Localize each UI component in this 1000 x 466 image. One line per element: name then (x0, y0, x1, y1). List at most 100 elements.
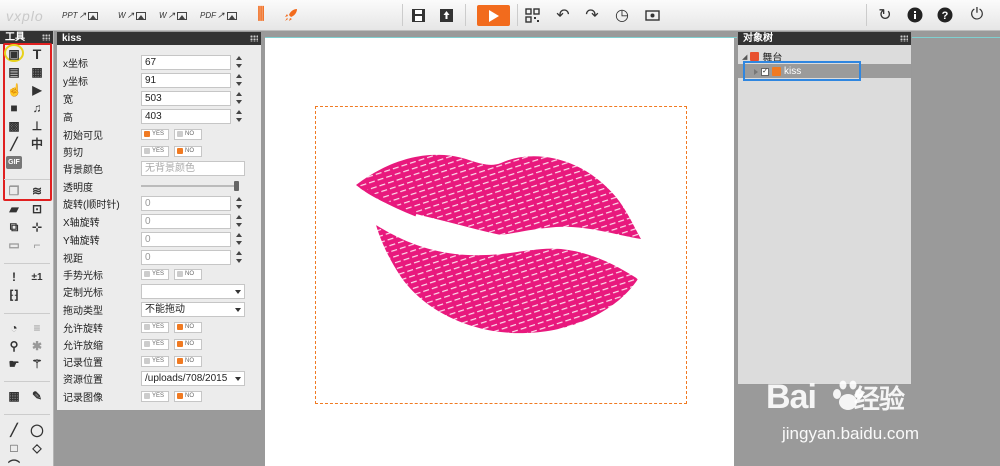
bg-color-input[interactable]: 无背景颜色 (141, 160, 245, 176)
height-input[interactable]: 403 (141, 108, 231, 124)
allow-scale-yes-toggle[interactable]: YES (141, 338, 169, 350)
image-tool[interactable]: ▣ (7, 48, 21, 61)
layers-tool[interactable]: ≋ (30, 185, 44, 198)
export-web-button[interactable]: W ↗ (159, 10, 188, 21)
counter-tool[interactable]: ±1 (28, 271, 46, 284)
power-button[interactable]: ⏻ (966, 4, 988, 26)
view-distance-stepper[interactable] (234, 250, 244, 264)
timer-tool[interactable]: ◔ (7, 322, 21, 335)
svg-text:?: ? (942, 10, 949, 22)
width-stepper[interactable] (234, 91, 244, 105)
text-tool[interactable]: T (30, 47, 44, 61)
record-position-no-toggle[interactable]: NO (174, 355, 202, 367)
view-distance-input[interactable]: 0 (141, 249, 231, 265)
desktop-tool[interactable]: ▭ (7, 239, 21, 252)
redo-button[interactable]: ↷ (581, 4, 603, 26)
hand-no-toggle[interactable]: NO (174, 268, 202, 280)
x-input[interactable]: 67 (141, 54, 231, 70)
history-button[interactable]: ◷ (611, 4, 633, 26)
x-rotation-input[interactable]: 0 (141, 213, 231, 229)
sliders-tool[interactable]: ≡ (30, 322, 44, 335)
y-stepper[interactable] (234, 73, 244, 87)
y-rotation-input[interactable]: 0 (141, 231, 231, 247)
copy-tool[interactable]: ❐ (7, 185, 21, 198)
curve-tool[interactable]: ⌒ (7, 460, 21, 466)
message-tool[interactable]: ⁅⁆ (7, 289, 21, 302)
height-stepper[interactable] (234, 109, 244, 123)
visible-yes-toggle[interactable]: YES (141, 128, 169, 140)
record-position-yes-toggle[interactable]: YES (141, 355, 169, 367)
align-tool[interactable]: ⊹ (30, 221, 44, 234)
video-player-tool[interactable]: ▶ (30, 84, 44, 97)
record-image-yes-toggle[interactable]: YES (141, 390, 169, 402)
library-button[interactable]: ⫼ (250, 4, 272, 26)
effect-tool[interactable]: ✱ (30, 340, 44, 353)
gesture-tool[interactable]: ☛ (7, 358, 21, 371)
clip-yes-toggle[interactable]: YES (141, 145, 169, 157)
record-image-no-toggle[interactable]: NO (174, 390, 202, 402)
folder-tool[interactable]: ▰ (7, 203, 21, 216)
qr-tool[interactable]: ▩ (7, 120, 21, 133)
gif-tool[interactable]: GIF (6, 156, 22, 169)
export-ppt-button[interactable]: PPT ↗ (62, 10, 99, 21)
screen-tool[interactable]: ⊥ (30, 120, 44, 133)
edit-tool[interactable]: ✎ (30, 390, 44, 403)
refresh-button[interactable]: ↻ (874, 4, 896, 26)
allow-rotate-no-toggle[interactable]: NO (174, 321, 202, 333)
y-input[interactable]: 91 (141, 72, 231, 88)
info-button[interactable] (904, 4, 926, 26)
drag-type-select[interactable]: 不能拖动 (141, 301, 245, 317)
preview-play-button[interactable] (477, 5, 510, 26)
qr-code-button[interactable] (521, 4, 543, 26)
drag-handle-icon[interactable] (250, 35, 258, 42)
width-input[interactable]: 503 (141, 90, 231, 106)
help-button[interactable]: ? (934, 4, 956, 26)
opacity-slider[interactable] (141, 181, 239, 191)
export-word-button[interactable]: W ↗ (118, 10, 147, 21)
folder-icon: ▰ (9, 202, 19, 216)
alert-tool[interactable]: ! (7, 271, 21, 284)
allow-rotate-yes-toggle[interactable]: YES (141, 321, 169, 333)
table-tool[interactable]: ▦ (7, 390, 21, 403)
resource-location-select[interactable]: /uploads/708/2015 (141, 370, 245, 386)
rectangle-tool[interactable]: □ (7, 442, 21, 455)
x-rotation-stepper[interactable] (234, 214, 244, 228)
audio-tool[interactable]: ♫ (30, 102, 44, 115)
clip-no-toggle[interactable]: NO (174, 145, 202, 157)
y-rotation-stepper[interactable] (234, 232, 244, 246)
rotation-stepper[interactable] (234, 196, 244, 210)
export-pdf-button[interactable]: PDF ↗ (200, 10, 237, 21)
save-as-button[interactable] (435, 4, 457, 26)
selected-element-frame[interactable] (315, 106, 687, 404)
save-button[interactable] (407, 4, 429, 26)
rotation-input[interactable]: 0 (141, 195, 231, 211)
run-tool[interactable]: ⚲ (7, 340, 21, 353)
publish-button[interactable] (280, 4, 302, 26)
drag-handle-icon[interactable] (42, 34, 50, 41)
collapse-arrow-icon[interactable]: ◢ (742, 53, 747, 61)
duplicate-tool[interactable]: ⧉ (7, 221, 21, 234)
touch-tool[interactable]: ☝ (7, 84, 22, 97)
x-stepper[interactable] (234, 55, 244, 69)
document-tool[interactable]: ▦ (30, 66, 44, 79)
drag-handle-icon[interactable] (900, 35, 908, 42)
group-tool[interactable]: ⊡ (30, 203, 44, 216)
pen-tool[interactable]: ╱ (7, 138, 21, 151)
magic-tool[interactable]: ⚚ (30, 358, 44, 371)
video-tool[interactable]: ■ (7, 102, 21, 115)
stepper-down-icon (236, 64, 242, 68)
chinese-text-tool[interactable]: 中 (30, 138, 44, 151)
ellipse-tool[interactable]: ◯ (30, 424, 44, 437)
allow-scale-no-toggle[interactable]: NO (174, 338, 202, 350)
opacity-slider-knob[interactable] (234, 181, 239, 191)
page-tool[interactable]: ▤ (7, 66, 21, 79)
screenshot-button[interactable] (641, 4, 663, 26)
frame-tool[interactable]: ⌐ (30, 239, 44, 252)
undo-button[interactable]: ↶ (552, 4, 574, 26)
custom-cursor-select[interactable] (141, 283, 245, 299)
hand-yes-toggle[interactable]: YES (141, 268, 169, 280)
kiss-lips-image[interactable] (316, 107, 686, 403)
visible-no-toggle[interactable]: NO (174, 128, 202, 140)
diamond-tool[interactable]: ◇ (30, 442, 44, 455)
line-tool[interactable]: ╱ (7, 424, 21, 437)
